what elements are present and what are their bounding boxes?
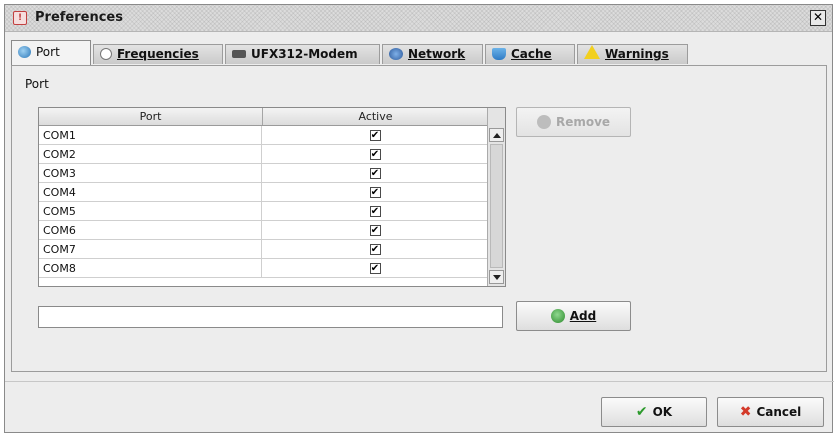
footer-divider <box>5 381 834 382</box>
tab-label: Warnings <box>605 47 669 61</box>
remove-button[interactable]: Remove <box>516 107 631 137</box>
table-row[interactable]: COM1 ✔ <box>39 126 488 145</box>
scrollbar-thumb[interactable] <box>490 144 503 268</box>
port-table: Port Active COM1 ✔ COM2 ✔ COM3 ✔ COM4 ✔ … <box>38 107 506 287</box>
active-checkbox[interactable]: ✔ <box>369 263 381 274</box>
port-cell: COM4 <box>39 183 262 202</box>
port-name-input[interactable] <box>38 306 503 328</box>
tab-label: Port <box>36 45 60 59</box>
tab-label: UFX312-Modem <box>251 47 358 61</box>
table-row[interactable]: COM2 ✔ <box>39 145 488 164</box>
table-row[interactable]: COM8 ✔ <box>39 259 488 278</box>
table-row[interactable]: COM3 ✔ <box>39 164 488 183</box>
active-checkbox[interactable]: ✔ <box>369 187 381 198</box>
table-row[interactable]: COM5 ✔ <box>39 202 488 221</box>
tab-cache[interactable]: Cache <box>485 44 575 64</box>
active-checkbox[interactable]: ✔ <box>369 206 381 217</box>
active-cell: ✔ <box>262 221 488 240</box>
section-label: Port <box>25 77 49 91</box>
port-cell: COM7 <box>39 240 262 259</box>
cancel-x-icon: ✖ <box>739 404 752 420</box>
add-icon <box>550 309 565 323</box>
tab-warnings[interactable]: Warnings <box>577 44 688 64</box>
ok-button[interactable]: ✔ OK <box>601 397 707 427</box>
column-header-active[interactable]: Active <box>263 108 488 125</box>
table-body: COM1 ✔ COM2 ✔ COM3 ✔ COM4 ✔ COM5 ✔ COM6 … <box>39 126 488 278</box>
active-checkbox[interactable]: ✔ <box>369 225 381 236</box>
port-cell: COM5 <box>39 202 262 221</box>
add-button[interactable]: Add <box>516 301 631 331</box>
title-bar[interactable]: ! Preferences ✕ <box>5 5 832 32</box>
add-button-label: Add <box>569 309 597 323</box>
active-checkbox[interactable]: ✔ <box>369 149 381 160</box>
active-cell: ✔ <box>262 240 488 259</box>
tab-label: Frequencies <box>117 47 199 61</box>
remove-icon <box>536 115 551 129</box>
table-row[interactable]: COM6 ✔ <box>39 221 488 240</box>
tab-label: Cache <box>511 47 552 61</box>
active-cell: ✔ <box>262 259 488 278</box>
table-row[interactable]: COM4 ✔ <box>39 183 488 202</box>
ok-button-label: OK <box>652 405 673 419</box>
table-scrollbar[interactable] <box>487 108 505 286</box>
clock-icon <box>100 48 112 60</box>
active-cell: ✔ <box>262 126 488 145</box>
active-checkbox[interactable]: ✔ <box>369 244 381 255</box>
remove-button-label: Remove <box>555 115 611 129</box>
globe-icon <box>18 46 31 58</box>
port-cell: COM1 <box>39 126 262 145</box>
active-checkbox[interactable]: ✔ <box>369 130 381 141</box>
active-cell: ✔ <box>262 164 488 183</box>
preferences-window: ! Preferences ✕ Port Frequencies UFX312-… <box>4 4 834 433</box>
cache-icon <box>492 48 506 60</box>
table-header: Port Active <box>39 108 488 126</box>
modem-icon <box>232 50 246 58</box>
tab-ufx312-modem[interactable]: UFX312-Modem <box>225 44 380 64</box>
cancel-button[interactable]: ✖ Cancel <box>717 397 824 427</box>
port-cell: COM8 <box>39 259 262 278</box>
active-cell: ✔ <box>262 202 488 221</box>
active-cell: ✔ <box>262 145 488 164</box>
tab-port[interactable]: Port <box>11 40 91 65</box>
active-checkbox[interactable]: ✔ <box>369 168 381 179</box>
port-cell: COM6 <box>39 221 262 240</box>
port-tab-panel: Port Port Active COM1 ✔ COM2 ✔ COM3 ✔ CO… <box>11 65 827 372</box>
warning-icon <box>584 45 600 59</box>
table-row[interactable]: COM7 ✔ <box>39 240 488 259</box>
tab-frequencies[interactable]: Frequencies <box>93 44 223 64</box>
port-cell: COM3 <box>39 164 262 183</box>
close-button[interactable]: ✕ <box>810 10 826 26</box>
window-title: Preferences <box>35 10 123 25</box>
column-header-port[interactable]: Port <box>39 108 263 125</box>
scroll-down-arrow-icon[interactable] <box>489 270 504 284</box>
app-icon: ! <box>13 11 27 25</box>
checkmark-icon: ✔ <box>635 404 648 420</box>
tab-network[interactable]: Network <box>382 44 483 64</box>
scroll-up-arrow-icon[interactable] <box>489 128 504 142</box>
network-icon <box>389 48 403 60</box>
port-cell: COM2 <box>39 145 262 164</box>
cancel-button-label: Cancel <box>756 405 802 419</box>
active-cell: ✔ <box>262 183 488 202</box>
tab-label: Network <box>408 47 466 61</box>
